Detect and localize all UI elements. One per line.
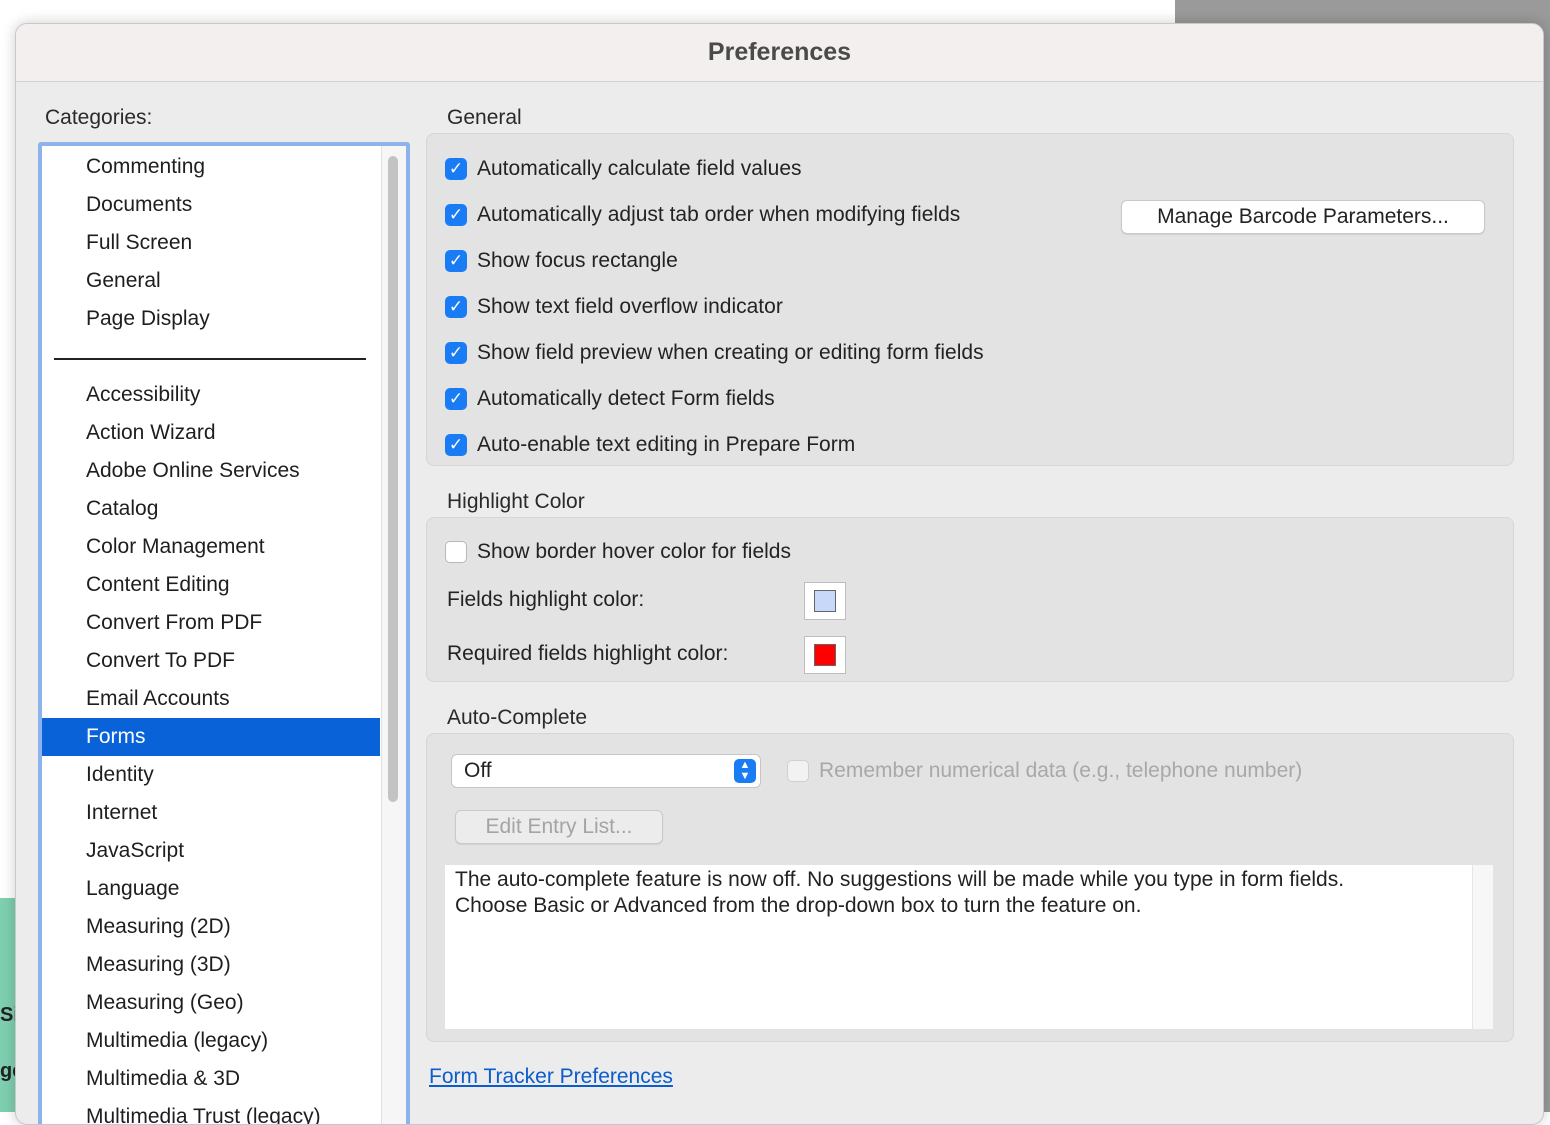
autocomplete-section: Off ▲ ▼ Remember numerical data (e.g., te… — [426, 733, 1514, 1042]
category-item-documents[interactable]: Documents — [42, 186, 380, 224]
required-fields-highlight-color-label: Required fields highlight color: — [447, 642, 729, 665]
updown-chevron-icon: ▲ ▼ — [734, 759, 756, 783]
autocomplete-section-title: Auto-Complete — [447, 706, 588, 729]
required-fields-highlight-color-swatch[interactable] — [804, 636, 846, 674]
highlight-section-title: Highlight Color — [447, 490, 585, 513]
category-item-general[interactable]: General — [42, 262, 380, 300]
autocomplete-select[interactable]: Off ▲ ▼ — [451, 754, 761, 788]
fields-highlight-color-swatch[interactable] — [804, 582, 846, 620]
checkbox-remember-numerical-data[interactable]: Remember numerical data (e.g., telephone… — [787, 756, 1302, 786]
category-item-measuring-2d[interactable]: Measuring (2D) — [42, 908, 380, 946]
category-item-convert-to-pdf[interactable]: Convert To PDF — [42, 642, 380, 680]
categories-list[interactable]: Commenting Documents Full Screen General… — [38, 142, 410, 1124]
checkmark-icon[interactable]: ✓ — [445, 342, 467, 364]
general-section-title: General — [447, 106, 522, 129]
category-item-multimedia-legacy[interactable]: Multimedia (legacy) — [42, 1022, 380, 1060]
checkbox-focus-rectangle[interactable]: ✓ Show focus rectangle — [445, 246, 678, 276]
categories-scrollbar[interactable] — [381, 146, 406, 1124]
category-item-content-editing[interactable]: Content Editing — [42, 566, 380, 604]
checkbox-label: Show text field overflow indicator — [477, 295, 783, 318]
general-section: ✓ Automatically calculate field values ✓… — [426, 133, 1514, 466]
category-item-internet[interactable]: Internet — [42, 794, 380, 832]
description-line: Choose Basic or Advanced from the drop-d… — [455, 894, 1142, 917]
category-item-identity[interactable]: Identity — [42, 756, 380, 794]
checkbox-auto-calculate[interactable]: ✓ Automatically calculate field values — [445, 154, 802, 184]
highlight-section: Show border hover color for fields Field… — [426, 517, 1514, 682]
category-item-javascript[interactable]: JavaScript — [42, 832, 380, 870]
category-item-email-accounts[interactable]: Email Accounts — [42, 680, 380, 718]
category-item-forms[interactable]: Forms — [42, 718, 380, 756]
checkmark-icon[interactable]: ✓ — [445, 388, 467, 410]
description-line: The auto-complete feature is now off. No… — [455, 868, 1345, 891]
form-tracker-preferences-link[interactable]: Form Tracker Preferences — [429, 1065, 673, 1089]
categories-scroll-thumb[interactable] — [388, 156, 398, 802]
category-item-convert-from-pdf[interactable]: Convert From PDF — [42, 604, 380, 642]
checkbox-label: Show border hover color for fields — [477, 540, 791, 563]
checkmark-icon[interactable]: ✓ — [445, 250, 467, 272]
categories-label: Categories: — [45, 106, 153, 129]
checkbox-unchecked-icon[interactable] — [445, 541, 467, 563]
category-item-action-wizard[interactable]: Action Wizard — [42, 414, 380, 452]
checkbox-field-preview[interactable]: ✓ Show field preview when creating or ed… — [445, 338, 984, 368]
checkbox-label: Show focus rectangle — [477, 249, 678, 272]
category-item-accessibility[interactable]: Accessibility — [42, 376, 380, 414]
category-item-measuring-3d[interactable]: Measuring (3D) — [42, 946, 380, 984]
checkbox-label: Automatically calculate field values — [477, 157, 802, 180]
category-item-color-management[interactable]: Color Management — [42, 528, 380, 566]
category-item-measuring-geo[interactable]: Measuring (Geo) — [42, 984, 380, 1022]
category-item-commenting[interactable]: Commenting — [42, 148, 380, 186]
checkmark-icon[interactable]: ✓ — [445, 158, 467, 180]
preferences-dialog: Preferences Categories: Commenting Docum… — [15, 23, 1544, 1125]
autocomplete-description: The auto-complete feature is now off. No… — [445, 865, 1493, 1029]
description-scrollbar[interactable] — [1472, 865, 1493, 1029]
checkmark-icon[interactable]: ✓ — [445, 204, 467, 226]
checkbox-border-hover-color[interactable]: Show border hover color for fields — [445, 537, 791, 567]
checkbox-auto-tab-order[interactable]: ✓ Automatically adjust tab order when mo… — [445, 200, 960, 230]
color-chip — [814, 590, 836, 612]
select-value: Off — [464, 759, 492, 782]
checkmark-icon[interactable]: ✓ — [445, 434, 467, 456]
window-title: Preferences — [16, 24, 1543, 82]
edit-entry-list-button[interactable]: Edit Entry List... — [455, 810, 663, 844]
category-item-catalog[interactable]: Catalog — [42, 490, 380, 528]
checkbox-label: Automatically adjust tab order when modi… — [477, 203, 961, 226]
category-item-adobe-online-services[interactable]: Adobe Online Services — [42, 452, 380, 490]
color-chip — [814, 644, 836, 666]
checkbox-label: Automatically detect Form fields — [477, 387, 775, 410]
manage-barcode-parameters-button[interactable]: Manage Barcode Parameters... — [1121, 200, 1485, 234]
checkbox-label: Auto-enable text editing in Prepare Form — [477, 433, 856, 456]
fields-highlight-color-label: Fields highlight color: — [447, 588, 645, 611]
checkbox-label: Show field preview when creating or edit… — [477, 341, 984, 364]
category-separator — [54, 358, 366, 360]
category-item-language[interactable]: Language — [42, 870, 380, 908]
checkbox-detect-form-fields[interactable]: ✓ Automatically detect Form fields — [445, 384, 775, 414]
category-item-page-display[interactable]: Page Display — [42, 300, 380, 338]
checkmark-icon[interactable]: ✓ — [445, 296, 467, 318]
checkbox-disabled-icon[interactable] — [787, 760, 809, 782]
checkbox-overflow-indicator[interactable]: ✓ Show text field overflow indicator — [445, 292, 783, 322]
category-item-full-screen[interactable]: Full Screen — [42, 224, 380, 262]
checkbox-label: Remember numerical data (e.g., telephone… — [819, 759, 1303, 782]
category-item-multimedia-3d[interactable]: Multimedia & 3D — [42, 1060, 380, 1098]
checkbox-auto-enable-text-editing[interactable]: ✓ Auto-enable text editing in Prepare Fo… — [445, 430, 855, 460]
